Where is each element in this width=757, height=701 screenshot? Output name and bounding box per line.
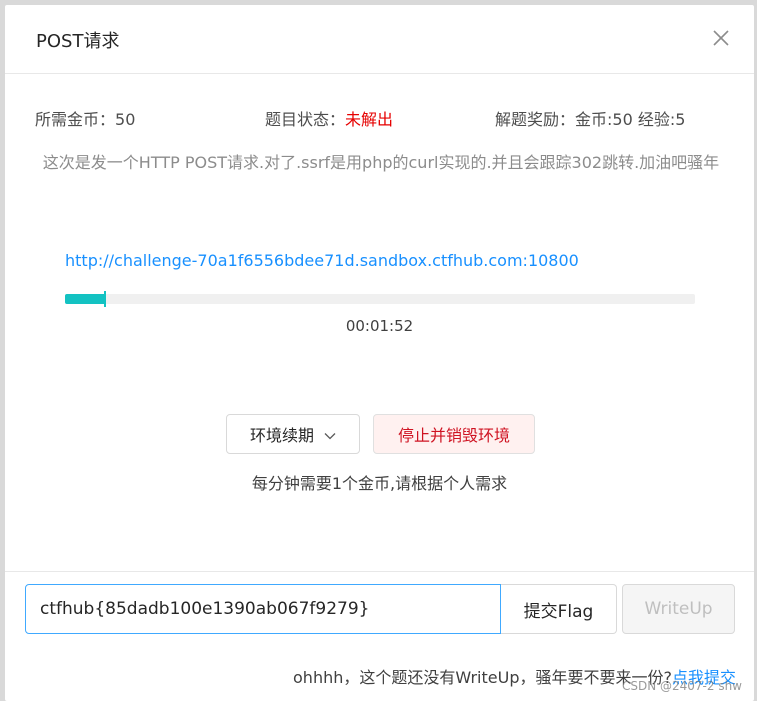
renew-environment-button[interactable]: 环境续期 [226, 414, 360, 454]
close-button[interactable] [712, 29, 730, 47]
environment-timer: 00:01:52 [345, 317, 414, 335]
status-label: 题目状态： [265, 110, 346, 129]
writeup-button[interactable]: WriteUp [622, 584, 735, 634]
modal-title: POST请求 [36, 31, 120, 52]
cost-hint: 每分钟需要1个金币,请根据个人需求 [251, 474, 508, 493]
progress-handle [104, 291, 107, 307]
environment-url-link[interactable]: http://challenge-70a1f6556bdee71d.sandbo… [65, 251, 579, 270]
reward-label: 解题奖励： [495, 110, 576, 129]
coins-value: 50 [115, 110, 136, 129]
submit-flag-button[interactable]: 提交Flag [501, 584, 617, 634]
progress-fill [65, 294, 105, 304]
challenge-reward: 解题奖励：金币:50 经验:5 [495, 106, 685, 130]
environment-time-progress [65, 291, 695, 307]
coins-label: 所需金币： [35, 110, 116, 129]
challenge-status: 题目状态：未解出 [265, 106, 393, 130]
writeup-note-text: ohhhh，这个题还没有WriteUp，骚年要不要来一份? [293, 668, 672, 687]
challenge-description: 这次是发一个HTTP POST请求.对了.ssrf是用php的curl实现的.并… [42, 153, 720, 172]
reward-value: 金币:50 经验:5 [575, 110, 686, 129]
chevron-down-icon [324, 425, 336, 444]
coins-required: 所需金币：50 [35, 106, 135, 130]
modal-header: POST请求 [5, 5, 754, 74]
destroy-environment-button[interactable]: 停止并销毁环境 [373, 414, 535, 454]
renew-label: 环境续期 [249, 426, 314, 445]
challenge-modal: POST请求 所需金币：50 题目状态：未解出 解题奖励：金币:50 经验:5 … [5, 5, 754, 701]
status-badge: 未解出 [345, 110, 394, 129]
close-icon [713, 30, 729, 46]
watermark: CSDN @2407-2 shw [621, 679, 742, 693]
flag-input[interactable] [25, 584, 501, 634]
